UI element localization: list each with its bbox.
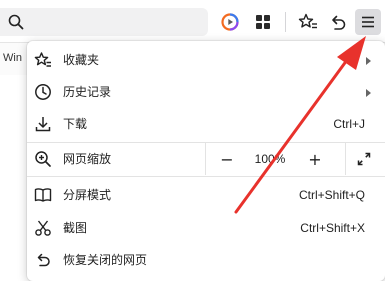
menu-item-label: 分屏模式	[63, 188, 112, 202]
menu-separator	[27, 176, 385, 177]
browser-toolbar	[0, 0, 385, 42]
menu-item-label: 截图	[63, 221, 88, 235]
hamburger-menu-icon	[362, 16, 374, 28]
menu-item-restore-closed[interactable]: 恢复关闭的网页	[27, 244, 385, 276]
menu-item-shortcut: Ctrl+Shift+X	[300, 221, 365, 235]
history-clock-icon	[35, 84, 51, 100]
menu-item-label: 收藏夹	[63, 53, 100, 67]
menu-item-label: 网页缩放	[63, 152, 112, 166]
zoom-divider	[345, 143, 346, 175]
media-play-icon[interactable]	[218, 10, 242, 34]
menu-item-favorites[interactable]: 收藏夹	[27, 44, 385, 76]
favorites-star-icon	[34, 52, 51, 67]
menu-item-zoom: 网页缩放 − 100% +	[27, 143, 385, 175]
menu-item-shortcut: Ctrl+Shift+Q	[298, 188, 365, 202]
search-icon	[8, 14, 24, 30]
page-tab-text[interactable]: Win	[3, 52, 22, 64]
undo-back-icon[interactable]	[326, 10, 350, 34]
browser-main-menu: 收藏夹 历史记录 下载 Ctrl+J 网页缩放 − 100% + 分屏模式 Ct…	[27, 41, 385, 281]
fullscreen-icon	[357, 152, 371, 166]
address-bar[interactable]	[0, 8, 208, 36]
menu-item-label: 恢复关闭的网页	[63, 253, 148, 267]
fullscreen-button[interactable]	[352, 147, 376, 171]
zoom-out-button[interactable]: −	[215, 147, 239, 171]
menu-item-shortcut: Ctrl+J	[333, 117, 365, 131]
zoom-magnifier-icon	[35, 151, 51, 167]
menu-item-screenshot[interactable]: 截图 Ctrl+Shift+X	[27, 212, 385, 244]
menu-button[interactable]	[355, 9, 381, 35]
split-screen-icon	[34, 188, 52, 202]
toolbar-divider	[285, 12, 286, 32]
star-list-icon[interactable]	[296, 10, 320, 34]
menu-item-label: 下载	[63, 117, 88, 131]
restore-page-icon	[37, 253, 50, 267]
zoom-divider	[205, 143, 206, 175]
menu-item-history[interactable]: 历史记录	[27, 76, 385, 108]
submenu-arrow-icon	[366, 57, 371, 65]
submenu-arrow-icon	[366, 89, 371, 97]
scissors-icon	[35, 220, 51, 236]
menu-item-label: 历史记录	[63, 85, 112, 99]
menu-item-split-screen[interactable]: 分屏模式 Ctrl+Shift+Q	[27, 179, 385, 211]
zoom-in-button[interactable]: +	[303, 147, 327, 171]
menu-item-download[interactable]: 下载 Ctrl+J	[27, 108, 385, 140]
apps-grid-icon[interactable]	[251, 10, 275, 34]
download-icon	[35, 117, 51, 132]
zoom-level: 100%	[254, 152, 286, 166]
